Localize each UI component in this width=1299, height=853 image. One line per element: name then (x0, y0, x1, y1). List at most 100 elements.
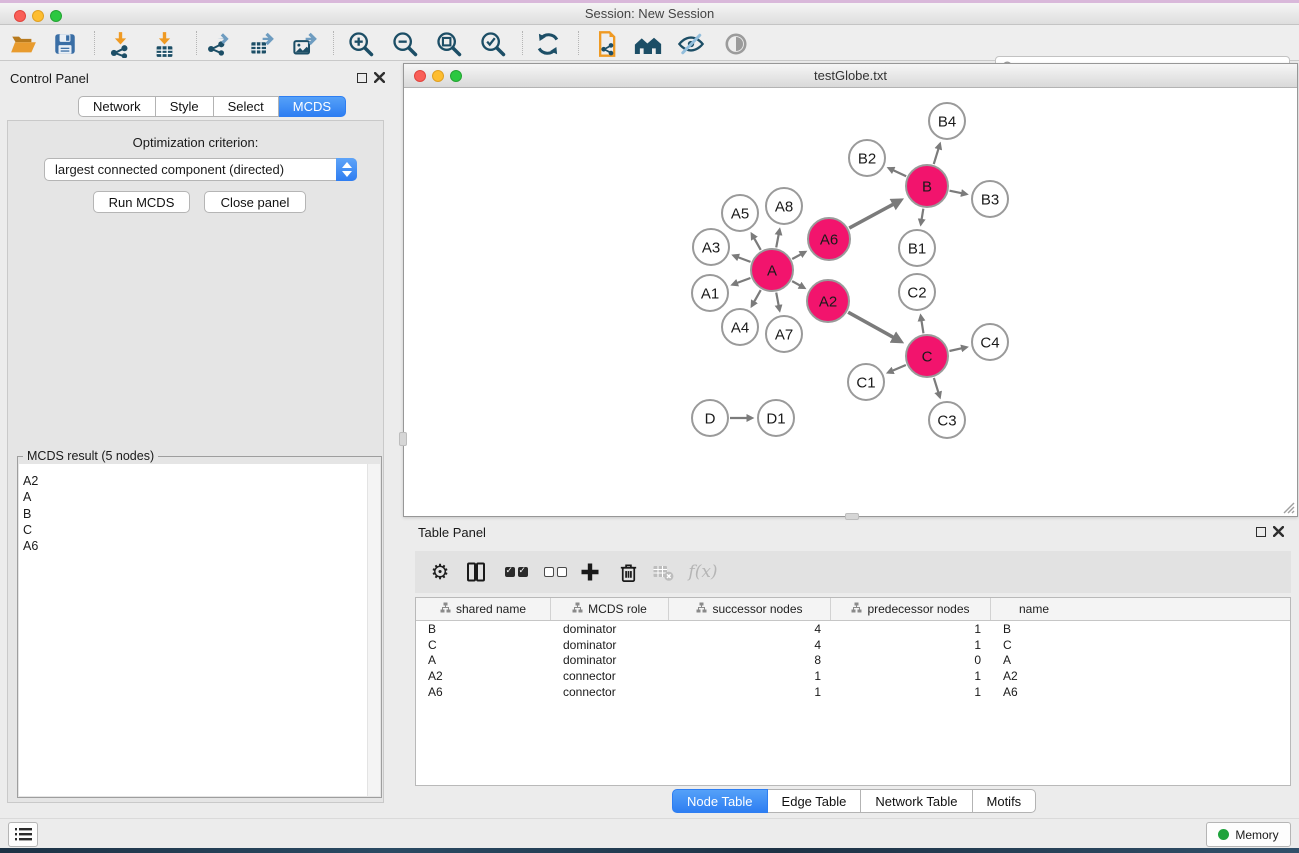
graph-node-A3[interactable]: A3 (693, 229, 729, 265)
trash-icon[interactable] (613, 557, 643, 587)
splitpane-handle-left[interactable] (399, 432, 407, 446)
result-list-scrollbar[interactable] (367, 464, 380, 796)
column-header-mcds-role[interactable]: MCDS role (551, 598, 669, 620)
graph-edge-A6-B[interactable] (849, 200, 900, 228)
graph-edge-A-A3[interactable] (733, 255, 750, 261)
graph-edge-B-B1[interactable] (921, 209, 924, 225)
graph-node-A4[interactable]: A4 (722, 309, 758, 345)
column-header-successor-nodes[interactable]: successor nodes (669, 598, 831, 620)
import-table-icon[interactable] (149, 29, 179, 59)
run-mcds-button[interactable]: Run MCDS (93, 191, 190, 213)
add-icon[interactable] (575, 557, 605, 587)
table-row[interactable]: A2connector11A2 (416, 668, 1290, 684)
graph-node-B1[interactable]: B1 (899, 230, 935, 266)
mcds-result-list[interactable]: A2ABCA6 (19, 464, 380, 796)
open-session-icon[interactable] (8, 29, 38, 59)
save-session-icon[interactable] (50, 29, 80, 59)
graph-edge-A-A4[interactable] (752, 290, 761, 306)
gray-eye-icon[interactable] (721, 29, 751, 59)
graph-node-A2[interactable]: A2 (807, 280, 849, 322)
graph-edge-B-B3[interactable] (950, 191, 967, 195)
graph-edge-A-A5[interactable] (752, 234, 761, 250)
import-network-icon[interactable] (105, 29, 135, 59)
graph-edge-A-A1[interactable] (733, 278, 751, 285)
export-network-icon[interactable] (203, 29, 233, 59)
close-panel-icon[interactable] (374, 72, 385, 83)
close-table-panel-icon[interactable] (1273, 526, 1284, 537)
result-item[interactable]: B (23, 506, 380, 522)
deselect-all-icon[interactable] (540, 557, 570, 587)
graph-node-C1[interactable]: C1 (848, 364, 884, 400)
graph-edge-C-C3[interactable] (934, 378, 940, 397)
document-share-icon[interactable] (591, 29, 621, 59)
graph-node-A5[interactable]: A5 (722, 195, 758, 231)
graph-node-B2[interactable]: B2 (849, 140, 885, 176)
tab-style[interactable]: Style (156, 96, 214, 117)
node-table[interactable]: shared nameMCDS rolesuccessor nodesprede… (415, 597, 1291, 786)
network-window-titlebar[interactable]: testGlobe.txt (404, 64, 1297, 88)
float-table-panel-icon[interactable] (1256, 527, 1266, 537)
graph-edge-A-A2[interactable] (792, 281, 804, 288)
splitpane-handle-bottom[interactable] (845, 513, 859, 520)
graph-node-C2[interactable]: C2 (899, 274, 935, 310)
select-all-icon[interactable] (501, 557, 531, 587)
graph-edge-A-A7[interactable] (776, 293, 779, 311)
tab-edge-table[interactable]: Edge Table (768, 789, 862, 813)
graph-node-A[interactable]: A (751, 249, 793, 291)
graph-edge-C-C1[interactable] (888, 365, 906, 373)
result-item[interactable]: A6 (23, 538, 380, 554)
tab-mcds[interactable]: MCDS (279, 96, 346, 117)
column-header-name[interactable]: name (991, 598, 1077, 620)
graph-edge-B-B2[interactable] (889, 168, 906, 176)
graph-node-C[interactable]: C (906, 335, 948, 377)
zoom-out-icon[interactable] (390, 29, 420, 59)
zoom-in-icon[interactable] (346, 29, 376, 59)
graph-node-A8[interactable]: A8 (766, 188, 802, 224)
graph-edge-A-A8[interactable] (776, 230, 779, 248)
graph-node-C4[interactable]: C4 (972, 324, 1008, 360)
graph-node-D1[interactable]: D1 (758, 400, 794, 436)
graph-node-B[interactable]: B (906, 165, 948, 207)
result-item[interactable]: A (23, 489, 380, 505)
graph-edge-C-C4[interactable] (949, 347, 966, 351)
memory-button[interactable]: Memory (1206, 822, 1291, 847)
tab-select[interactable]: Select (214, 96, 279, 117)
columns-icon[interactable] (461, 557, 491, 587)
float-panel-icon[interactable] (357, 73, 367, 83)
refresh-layout-icon[interactable] (533, 29, 563, 59)
optimization-dropdown[interactable]: largest connected component (directed) (44, 158, 357, 181)
network-canvas[interactable]: B4 B2 B B3 A8A5 A6 A3 B1 A C2 A1 A2 A4A7 C4 C C1 C3 D D1 (404, 88, 1297, 516)
table-row[interactable]: A6connector11A6 (416, 684, 1290, 700)
graph-node-B4[interactable]: B4 (929, 103, 965, 139)
column-header-shared-name[interactable]: shared name (416, 598, 551, 620)
graph-edge-C-C2[interactable] (921, 316, 924, 334)
tab-network-table[interactable]: Network Table (861, 789, 972, 813)
graph-node-A6[interactable]: A6 (808, 218, 850, 260)
graph-edge-B-B4[interactable] (934, 144, 940, 164)
graph-node-A1[interactable]: A1 (692, 275, 728, 311)
column-header-predecessor-nodes[interactable]: predecessor nodes (831, 598, 991, 620)
graph-node-C3[interactable]: C3 (929, 402, 965, 438)
tab-motifs[interactable]: Motifs (973, 789, 1037, 813)
result-item[interactable]: C (23, 522, 380, 538)
homes-icon[interactable] (633, 29, 663, 59)
graph-edge-A2-C[interactable] (848, 312, 901, 341)
export-image-icon[interactable] (289, 29, 319, 59)
table-row[interactable]: Cdominator41C (416, 637, 1290, 653)
graph-node-A7[interactable]: A7 (766, 316, 802, 352)
close-panel-button[interactable]: Close panel (204, 191, 306, 213)
hide-eye-icon[interactable] (676, 29, 706, 59)
tab-node-table[interactable]: Node Table (672, 789, 768, 813)
table-row[interactable]: Bdominator41B (416, 621, 1290, 637)
zoom-fit-icon[interactable] (434, 29, 464, 59)
graph-edge-A-A6[interactable] (792, 252, 805, 259)
gear-icon[interactable]: ⚙ (425, 557, 455, 587)
graph-node-B3[interactable]: B3 (972, 181, 1008, 217)
table-row[interactable]: Adominator80A (416, 652, 1290, 668)
graph-node-D[interactable]: D (692, 400, 728, 436)
tab-network[interactable]: Network (78, 96, 156, 117)
resize-grip-icon[interactable] (1281, 500, 1295, 514)
result-item[interactable]: A2 (23, 473, 380, 489)
zoom-selected-icon[interactable] (478, 29, 508, 59)
export-table-icon[interactable] (246, 29, 276, 59)
